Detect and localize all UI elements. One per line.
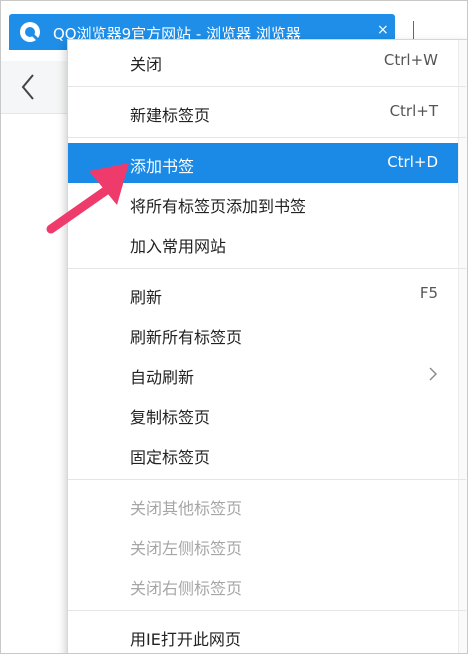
menu-scroll-edge [458, 40, 467, 653]
menu-item-label: 将所有标签页添加到书签 [130, 197, 307, 216]
menu-item: 关闭其他标签页 [68, 485, 458, 525]
menu-item-shortcut: Ctrl+T [389, 102, 438, 120]
tab-close-icon[interactable]: × [377, 22, 389, 38]
menu-item-label: 复制标签页 [130, 408, 211, 427]
menu-item-label: 固定标签页 [130, 448, 211, 467]
menu-separator [68, 610, 466, 611]
menu-separator [68, 86, 466, 87]
pointer-arrow-annotation [46, 163, 129, 234]
menu-item-shortcut: Ctrl+D [387, 153, 438, 171]
menu-item-label: 新建标签页 [130, 106, 211, 125]
menu-separator [68, 268, 466, 269]
menu-item-label: 刷新 [130, 288, 163, 307]
menu-item[interactable]: 刷新所有标签页 [68, 314, 458, 354]
menu-item[interactable]: 自动刷新 [68, 354, 458, 394]
menu-item-label: 用IE打开此网页 [130, 630, 241, 649]
menu-item[interactable]: 固定标签页 [68, 434, 458, 474]
menu-item-label: 关闭左侧标签页 [130, 539, 243, 558]
browser-window: QQ浏览器9官方网站 - 浏览器 浏览器 × 关闭 Ctrl+W 新建标签页 Ctrl… [0, 0, 468, 654]
menu-item-label: 关闭右侧标签页 [130, 579, 243, 598]
menu-item-label: 关闭 [130, 55, 163, 74]
menu-item-label: 加入常用网站 [130, 237, 227, 256]
menu-item[interactable]: 复制标签页 [68, 394, 458, 434]
menu-separator [68, 479, 466, 480]
menu-item: 关闭左侧标签页 [68, 525, 458, 565]
menu-item[interactable]: 刷新 F5 [68, 274, 458, 314]
menu-item[interactable]: 关闭 Ctrl+W [68, 41, 458, 81]
submenu-chevron-icon [429, 367, 437, 381]
menu-item[interactable]: 新建标签页 Ctrl+T [68, 92, 458, 132]
menu-item-label: 刷新所有标签页 [130, 328, 243, 347]
menu-separator [68, 137, 466, 138]
menu-item-shortcut: F5 [419, 284, 438, 302]
menu-item-shortcut: Ctrl+W [383, 51, 438, 69]
tab-context-menu: 关闭 Ctrl+W 新建标签页 Ctrl+T 添加书签 Ctrl+D 将所有标签页添加到书签… [67, 39, 467, 653]
qq-browser-logo-icon [20, 22, 40, 42]
menu-item-label: 关闭其他标签页 [130, 499, 243, 518]
back-arrow-icon[interactable] [11, 69, 47, 105]
menu-item[interactable]: 用IE打开此网页 [68, 616, 458, 653]
menu-item: 关闭右侧标签页 [68, 565, 458, 605]
menu-item-label: 自动刷新 [130, 368, 195, 387]
